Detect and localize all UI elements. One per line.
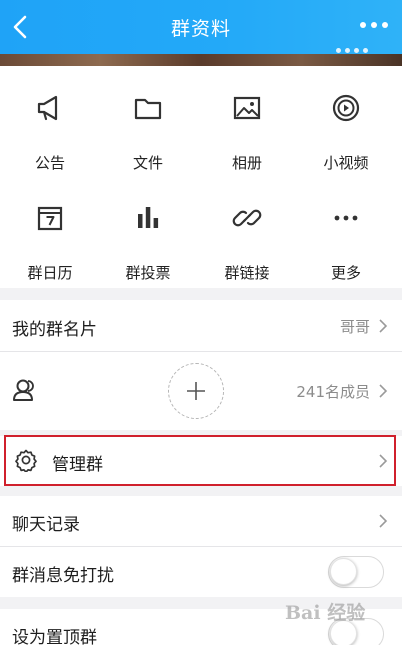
shortcut-calendar[interactable]: 群日历 — [0, 184, 100, 288]
chevron-right-icon — [379, 319, 388, 333]
shortcut-label: 文件 — [132, 154, 163, 172]
megaphone-icon — [37, 95, 58, 121]
video-play-icon — [332, 94, 360, 122]
shortcut-files[interactable]: 文件 — [98, 74, 198, 178]
link-icon — [232, 209, 262, 227]
more-dots-icon — [334, 215, 358, 221]
chevron-right-icon — [379, 384, 388, 398]
my-group-card-row[interactable]: 我的群名片 哥哥 — [0, 300, 402, 351]
row-label: 管理群 — [52, 455, 103, 475]
shortcut-link[interactable]: 群链接 — [197, 184, 297, 288]
folder-icon — [134, 98, 162, 120]
plus-icon — [187, 382, 205, 400]
group-cover-image — [0, 48, 402, 66]
photo-album-icon — [233, 96, 261, 120]
row-label: 聊天记录 — [12, 515, 80, 535]
section-gap — [0, 288, 402, 300]
page-title: 群资料 — [170, 18, 231, 40]
watermark: Bai 经验 — [285, 602, 366, 624]
carousel-indicator — [336, 48, 376, 58]
shortcut-label: 公告 — [34, 154, 65, 172]
card-nickname: 哥哥 — [339, 318, 370, 336]
calendar-icon — [37, 206, 63, 231]
shortcut-label: 相册 — [231, 154, 262, 172]
shortcut-label: 群链接 — [224, 264, 270, 282]
chat-history-row[interactable]: 聊天记录 — [0, 496, 402, 546]
row-label: 我的群名片 — [12, 320, 97, 340]
shortcut-grid: 公告 文件 相册 小视频 群日历 群投票 群链接 更多 — [0, 66, 402, 288]
mute-notifications-row: 群消息免打扰 — [0, 547, 402, 597]
members-row[interactable]: 241名成员 — [0, 352, 402, 430]
shortcut-label: 更多 — [330, 264, 361, 282]
more-dots-icon[interactable] — [360, 20, 388, 32]
chevron-right-icon — [379, 454, 388, 468]
person-group-icon — [13, 379, 34, 401]
shortcut-more[interactable]: 更多 — [296, 184, 396, 288]
shortcut-album[interactable]: 相册 — [197, 74, 297, 178]
mute-toggle[interactable] — [328, 556, 384, 588]
shortcut-label: 小视频 — [323, 154, 369, 172]
member-count: 241名成员 — [296, 383, 370, 401]
row-label: 设为置顶群 — [12, 628, 97, 645]
bar-chart-icon — [138, 207, 159, 228]
row-label: 群消息免打扰 — [12, 566, 114, 586]
chevron-right-icon — [379, 514, 388, 528]
gear-icon — [15, 449, 37, 472]
shortcut-label: 群日历 — [27, 264, 73, 282]
shortcut-vote[interactable]: 群投票 — [98, 184, 198, 288]
toggle-knob — [330, 558, 357, 585]
title-bar: 群资料 — [0, 0, 402, 54]
manage-group-row[interactable]: 管理群 — [0, 436, 402, 486]
add-member-button[interactable] — [168, 363, 224, 419]
section-gap — [0, 486, 402, 496]
shortcut-announcement[interactable]: 公告 — [0, 74, 100, 178]
shortcut-short-video[interactable]: 小视频 — [296, 74, 396, 178]
shortcut-label: 群投票 — [125, 264, 171, 282]
